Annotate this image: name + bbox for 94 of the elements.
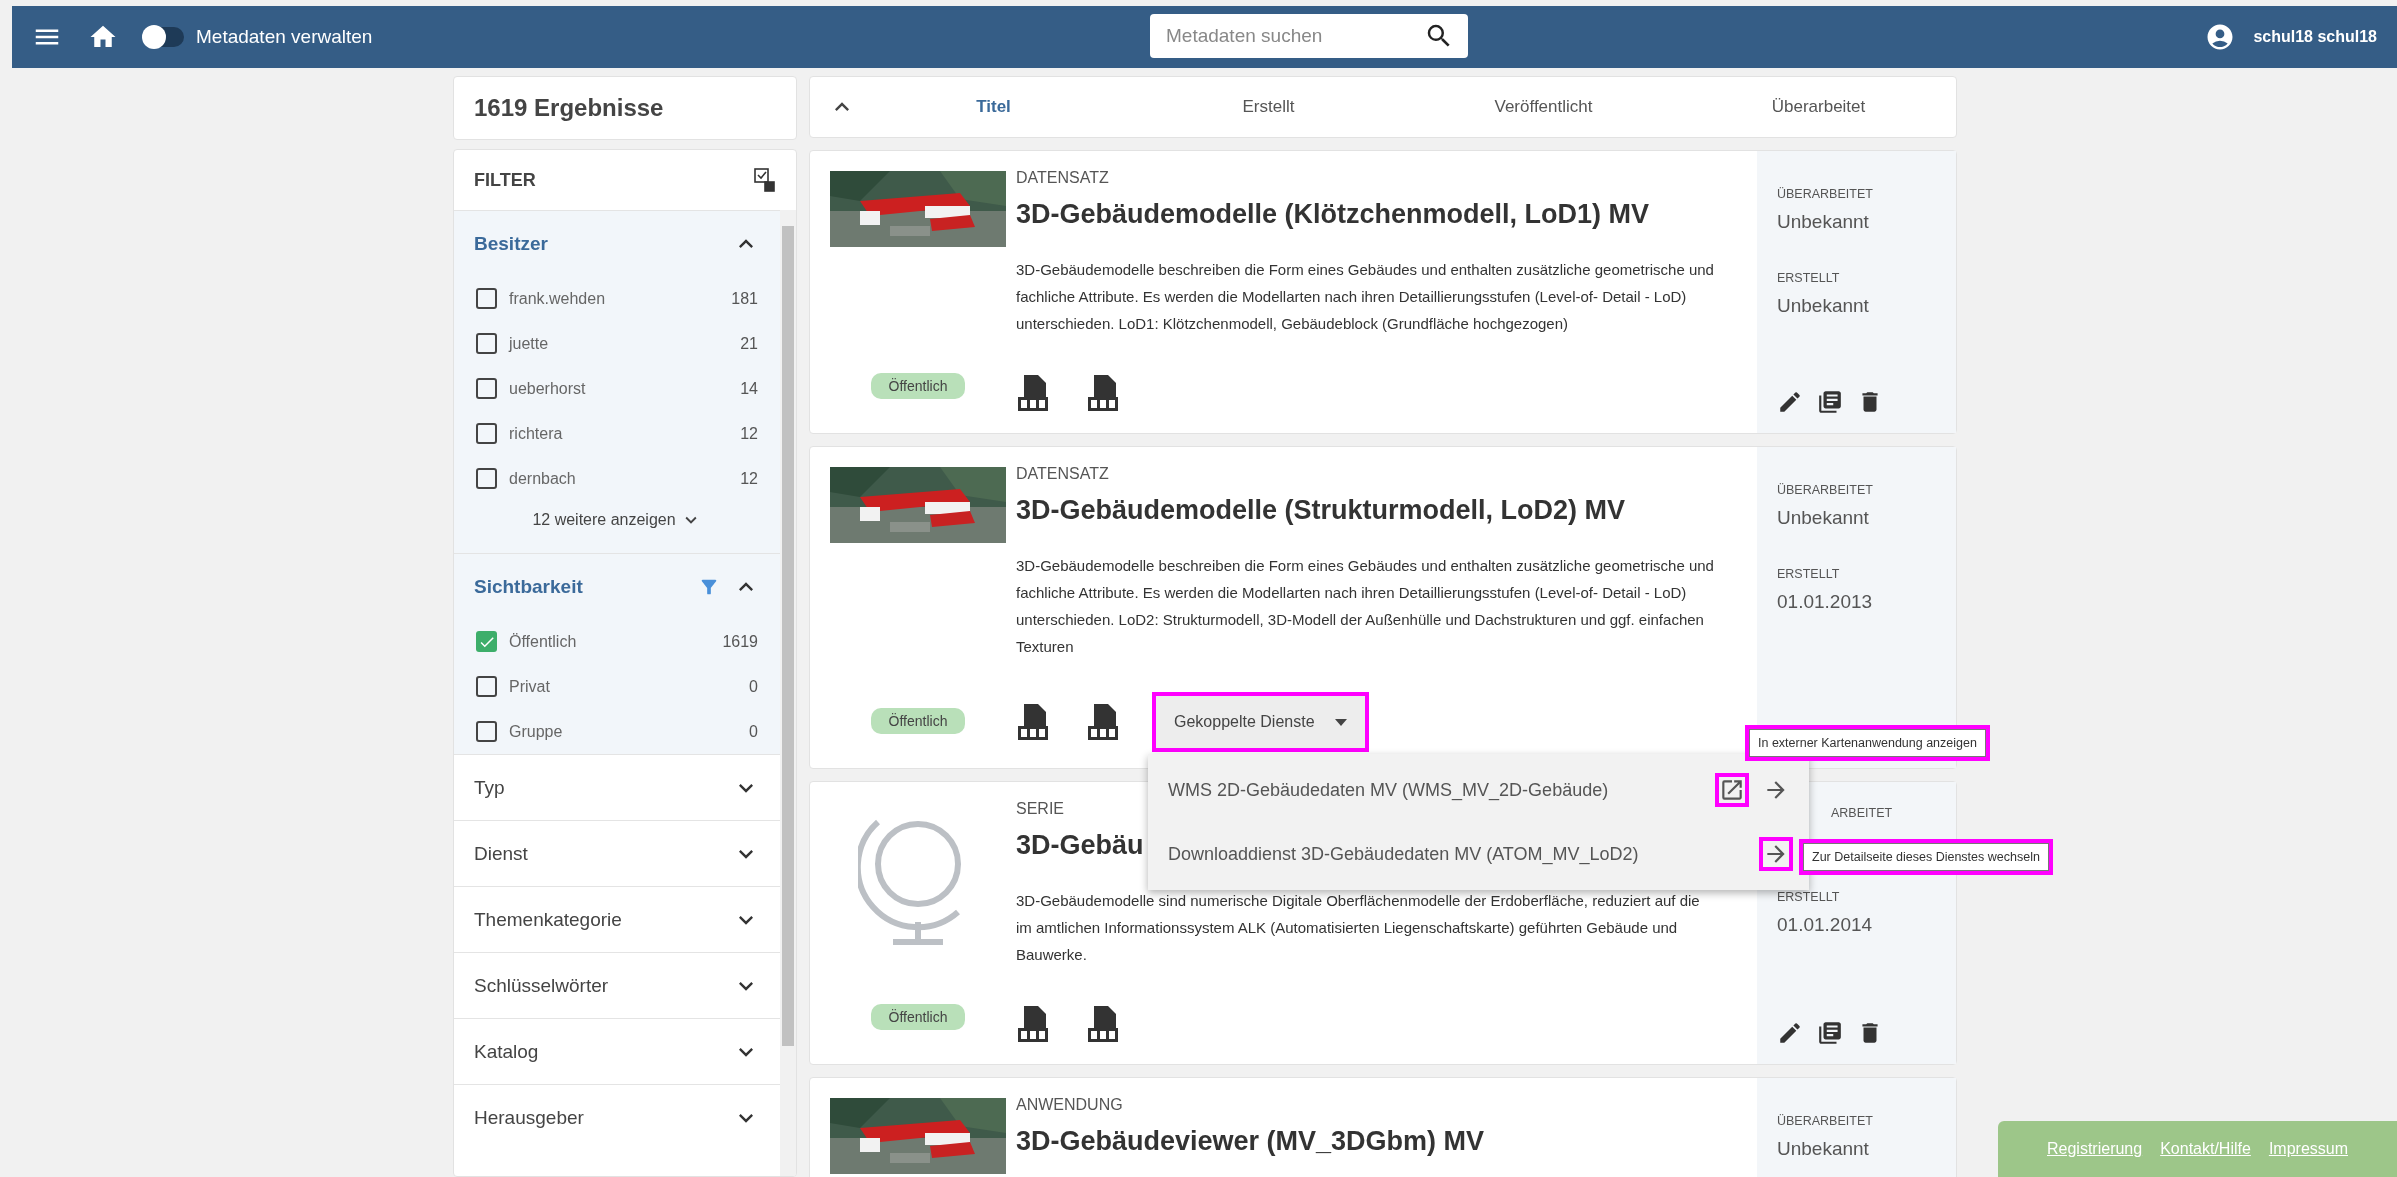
service-name: WMS 2D-Gebäudedaten MV (WMS_MV_2D-Gebäude) [1168, 779, 1610, 801]
option-label: Privat [509, 677, 551, 696]
meta-label: ERSTELLT [1777, 890, 1841, 904]
filter-section-title: Schlüsselwörter [474, 974, 610, 997]
checkbox[interactable] [476, 423, 497, 444]
sort-option[interactable]: Titel [856, 97, 1131, 117]
search-box[interactable]: Metadaten suchen [1150, 14, 1468, 58]
filter-section-header[interactable]: Herausgeber [454, 1085, 780, 1150]
filter-section-header[interactable]: Dienst [454, 821, 780, 886]
record-type: DATENSATZ [1016, 169, 1110, 187]
filter-option[interactable]: Gruppe 0 [454, 709, 780, 754]
record-title[interactable]: 3D-Gebäudeviewer (MV_3DGbm) MV [1016, 1126, 1737, 1157]
checkbox[interactable] [476, 676, 497, 697]
filter-section-title: Sichtbarkeit [474, 575, 584, 598]
option-count: 181 [731, 289, 758, 308]
meta-label: ERSTELLT [1777, 567, 1841, 581]
results-count: 1619 Ergebnisse [453, 76, 797, 140]
visibility-badge: Öffentlich [870, 1004, 966, 1030]
library-icon[interactable] [1817, 1020, 1843, 1046]
option-count: 12 [740, 469, 758, 488]
meta-label: ARBEITET [1830, 806, 1894, 820]
checkbox[interactable] [476, 631, 497, 652]
user-name[interactable]: schul18 schul18 [2253, 28, 2377, 46]
meta-value: 01.01.2014 [1777, 914, 1874, 936]
record-description: 3D-Gebäudemodelle beschreiben die Form eines Gebäudes und enthalten zusätzliche geometrische und fachliche Attribute. Es werden die Modellarten nach ihren Detaillierungsstufen (Level-of- Detail - LoD) unterschieden. LoD2: Strukturmodell, 3D-Modell der Außenhülle und Dachstrukturen und ggf. einfachen Texturen [1016, 556, 1715, 657]
filter-option[interactable]: richtera 12 [454, 411, 780, 456]
sort-option[interactable]: Veröffentlicht [1406, 97, 1681, 117]
record-type: DATENSATZ [1016, 465, 1110, 483]
option-label: juette [509, 334, 550, 353]
service-name: Downloaddienst 3D-Gebäudedaten MV (ATOM_MV_LoD2) [1168, 843, 1640, 865]
filter-section-header[interactable]: Schlüsselwörter [454, 953, 780, 1018]
record-type: ANWENDUNG [1016, 1096, 1124, 1114]
record-description: 3D-Gebäudemodelle beschreiben die Form eines Gebäudes und enthalten zusätzliche geometrische und fachliche Attribute. Es werden die Modellarten nach ihren Detaillierungsstufen (Level-of- Detail - LoD) unterschieden. LoD1: Klötzchenmodell, Gebäudeblock (Grundfläche hochgezogen) [1016, 260, 1715, 334]
record-title[interactable]: 3D-Gebäudemodelle (Strukturmodell, LoD2) MV [1016, 495, 1737, 526]
filter-option[interactable]: Öffentlich 1619 [454, 619, 780, 664]
filter-section-header[interactable]: Typ [454, 755, 780, 820]
meta-value: Unbekannt [1777, 211, 1870, 233]
filter-section-title: Typ [474, 776, 506, 799]
sort-option[interactable]: Überarbeitet [1681, 97, 1956, 117]
option-count: 12 [740, 424, 758, 443]
option-label: Gruppe [509, 722, 564, 741]
filter-section-header[interactable]: Sichtbarkeit [454, 554, 780, 619]
filter-option[interactable]: juette 21 [454, 321, 780, 366]
visibility-badge: Öffentlich [870, 708, 966, 734]
meta-value: Unbekannt [1777, 295, 1870, 317]
library-icon[interactable] [1817, 389, 1843, 415]
filter-option[interactable]: frank.wehden 181 [454, 276, 780, 321]
visibility-badge: Öffentlich [870, 373, 966, 399]
sort-option[interactable]: Erstellt [1131, 97, 1406, 117]
filter-section-title: Besitzer [474, 232, 549, 255]
meta-value: 01.01.2013 [1777, 591, 1874, 613]
option-count: 14 [740, 379, 758, 398]
filter-option[interactable]: Privat 0 [454, 664, 780, 709]
option-count: 1619 [722, 632, 758, 651]
edit-icon[interactable] [1777, 1020, 1803, 1046]
record-title[interactable]: 3D-Gebäudemodelle (Klötzchenmodell, LoD1) MV [1016, 199, 1737, 230]
option-count: 0 [749, 677, 758, 696]
show-more-link[interactable]: 12 weitere anzeigen [532, 511, 676, 529]
scrollbar[interactable] [780, 210, 796, 1176]
meta-value: Unbekannt [1777, 507, 1870, 529]
meta-label: ÜBERARBEITET [1777, 187, 1874, 201]
option-label: Öffentlich [509, 632, 578, 651]
meta-label: ERSTELLT [1777, 271, 1841, 285]
filter-section-title: Themenkategorie [474, 908, 623, 931]
filter-option[interactable]: dernbach 12 [454, 456, 780, 501]
checkbox[interactable] [476, 288, 497, 309]
checkbox[interactable] [476, 378, 497, 399]
option-count: 21 [740, 334, 758, 353]
filter-option[interactable]: ueberhorst 14 [454, 366, 780, 411]
checkbox[interactable] [476, 721, 497, 742]
filter-section-header[interactable]: Themenkategorie [454, 887, 780, 952]
filter-section-header[interactable]: Besitzer [454, 211, 780, 276]
option-label: frank.wehden [509, 289, 607, 308]
option-label: dernbach [509, 469, 577, 488]
record-type: SERIE [1016, 800, 1065, 818]
option-label: richtera [509, 424, 564, 443]
option-label: ueberhorst [509, 379, 587, 398]
option-count: 0 [749, 722, 758, 741]
meta-label: ÜBERARBEITET [1777, 483, 1874, 497]
caret-icon [1334, 718, 1347, 726]
meta-value: Unbekannt [1777, 1138, 1870, 1160]
record-description: 3D-Gebäudemodelle sind numerische Digitale Oberflächenmodelle der Erdoberfläche, reduziert auf die im amtlichen Informationssystem ALK (Automatisierten Liegenschaftskarte) geführten Gebäude und Bauwerke. [1016, 891, 1701, 965]
filter-title: FILTER [474, 169, 536, 191]
filter-section-title: Katalog [474, 1040, 540, 1063]
filter-section-title: Dienst [474, 842, 529, 865]
checkbox[interactable] [476, 468, 497, 489]
filter-section-header[interactable]: Katalog [454, 1019, 780, 1084]
toggle-label: Metadaten verwalten [196, 26, 373, 48]
toggle-switch[interactable] [144, 27, 184, 47]
filter-section-title: Herausgeber [474, 1106, 585, 1129]
checkbox[interactable] [476, 333, 497, 354]
edit-icon[interactable] [1777, 389, 1803, 415]
meta-label: ÜBERARBEITET [1777, 1114, 1874, 1128]
clear-filter-icon[interactable] [754, 168, 776, 192]
